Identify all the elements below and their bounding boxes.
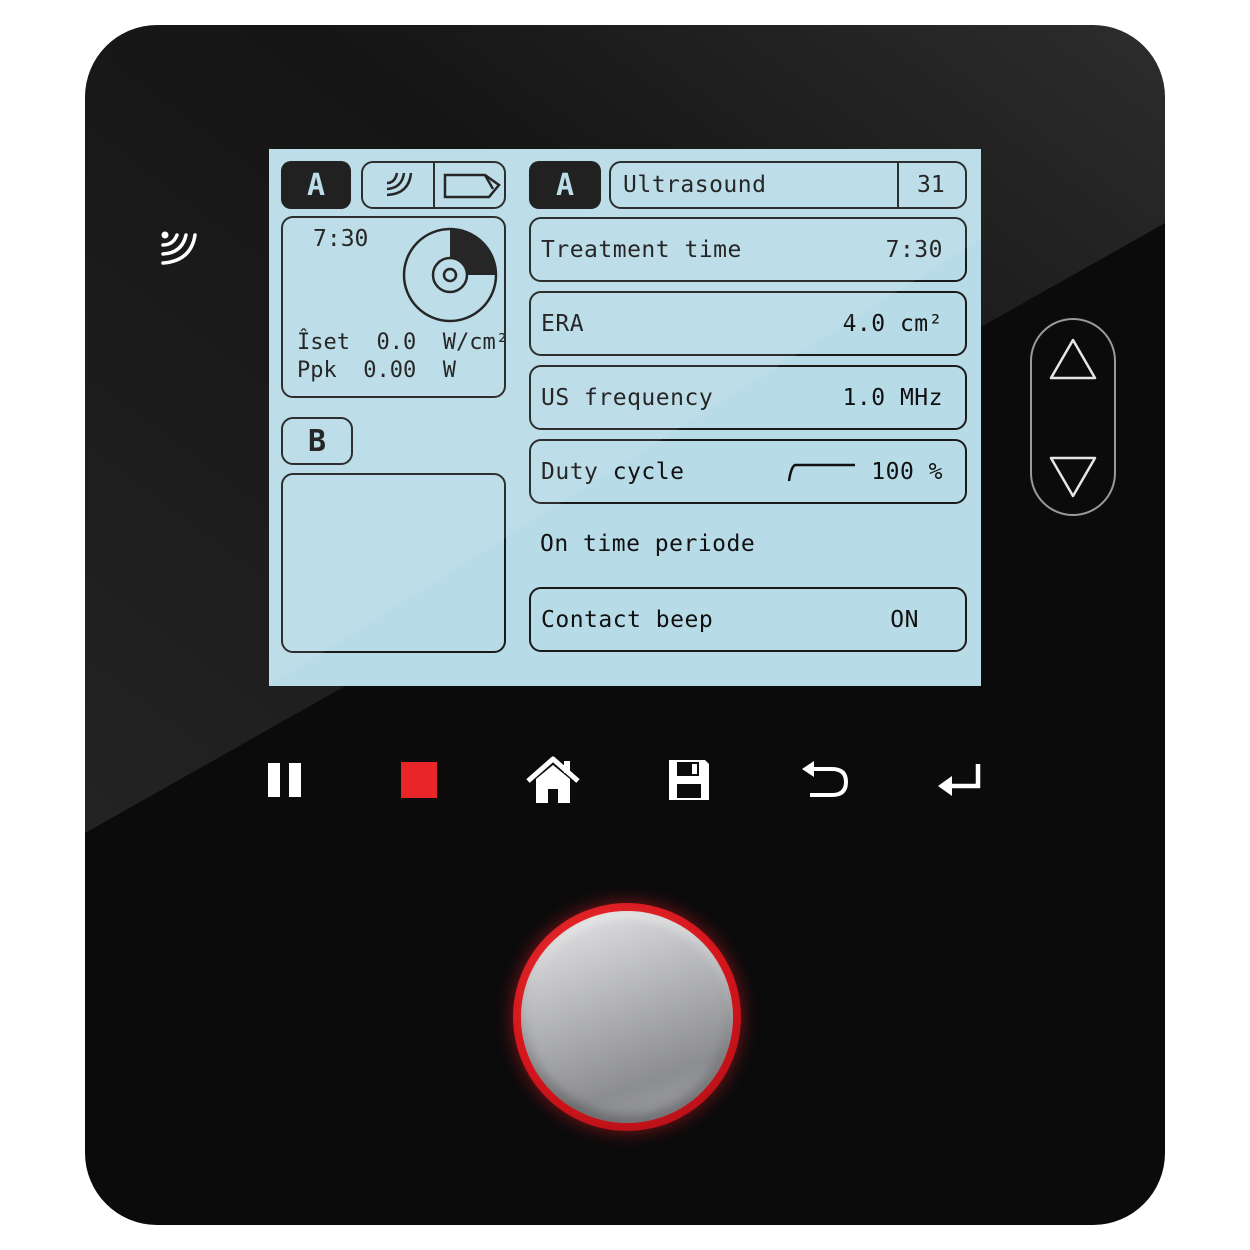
rotary-knob[interactable]	[513, 903, 741, 1131]
up-down-control	[1030, 318, 1116, 516]
ppk-value: 0.00	[363, 358, 417, 383]
treatment-time-label: Treatment time	[541, 236, 742, 263]
ultrasound-waves-icon	[161, 231, 197, 265]
pause-icon	[268, 763, 301, 797]
stop-button[interactable]	[389, 755, 449, 805]
on-time-periode-label: On time periode	[540, 531, 756, 557]
back-button[interactable]	[795, 755, 855, 805]
mode-icons-box[interactable]	[361, 161, 506, 209]
treatment-time-value: 7:30	[885, 236, 943, 263]
iset-value: 0.0	[376, 330, 417, 355]
us-frequency-label: US frequency	[541, 384, 714, 411]
treatment-progress-disc	[402, 227, 498, 323]
pause-button[interactable]	[255, 755, 315, 805]
up-arrow-icon[interactable]	[1047, 336, 1099, 382]
duty-cycle-label: Duty cycle	[541, 458, 685, 485]
ultrasound-mode-icon	[386, 172, 413, 197]
rotary-knob-cap[interactable]	[521, 911, 733, 1123]
channel-a-status-panel: 7:30 Îset 0.0 W/cm² Ppk 0.00 W	[281, 216, 509, 398]
program-number: 31	[917, 172, 945, 198]
iset-unit: W/cm²	[442, 330, 509, 355]
save-button[interactable]	[659, 755, 719, 805]
applicator-icon	[443, 173, 501, 199]
enter-button[interactable]	[929, 755, 989, 805]
channel-b-label: B	[307, 423, 327, 459]
duty-cycle-row[interactable]: Duty cycle 100 %	[529, 439, 967, 504]
program-title: Ultrasound	[623, 172, 767, 198]
channel-b-panel	[281, 473, 506, 653]
treatment-time-row[interactable]: Treatment time 7:30	[529, 217, 967, 282]
device-panel: A 7:30 Îset 0.0 W/cm² Ppk 0.00 W B A Ult…	[85, 25, 1165, 1225]
channel-a-badge[interactable]: A	[281, 161, 351, 209]
era-row[interactable]: ERA 4.0 cm²	[529, 291, 967, 356]
contact-beep-row[interactable]: Contact beep ON	[529, 587, 967, 652]
back-icon	[802, 761, 849, 797]
lcd-screen: A 7:30 Îset 0.0 W/cm² Ppk 0.00 W B A Ult…	[269, 149, 981, 686]
contact-beep-value: ON	[890, 606, 919, 633]
duty-cycle-waveform-icon	[788, 463, 856, 481]
program-channel-label: A	[555, 167, 575, 203]
iset-label: Îset	[297, 330, 350, 355]
channel-a-label: A	[306, 167, 326, 203]
home-icon	[526, 756, 580, 803]
ppk-readout: Ppk 0.00 W	[297, 358, 456, 383]
us-frequency-value: 1.0 MHz	[842, 384, 943, 411]
program-channel-badge[interactable]: A	[529, 161, 601, 209]
ppk-label: Ppk	[297, 358, 337, 383]
down-arrow-icon[interactable]	[1047, 454, 1099, 500]
contact-beep-label: Contact beep	[541, 606, 714, 633]
save-icon	[669, 760, 709, 800]
us-frequency-row[interactable]: US frequency 1.0 MHz	[529, 365, 967, 430]
era-value: 4.0 cm²	[842, 310, 943, 337]
iset-readout: Îset 0.0 W/cm²	[297, 330, 509, 355]
duty-cycle-value: 100 %	[871, 458, 943, 485]
enter-icon	[938, 764, 981, 796]
program-title-box[interactable]: Ultrasound 31	[609, 161, 967, 209]
channel-b-tab[interactable]: B	[281, 417, 353, 465]
ppk-unit: W	[442, 358, 456, 383]
stop-icon	[401, 762, 437, 798]
channel-a-time: 7:30	[313, 226, 369, 252]
era-label: ERA	[541, 310, 585, 337]
home-button[interactable]	[523, 755, 583, 805]
